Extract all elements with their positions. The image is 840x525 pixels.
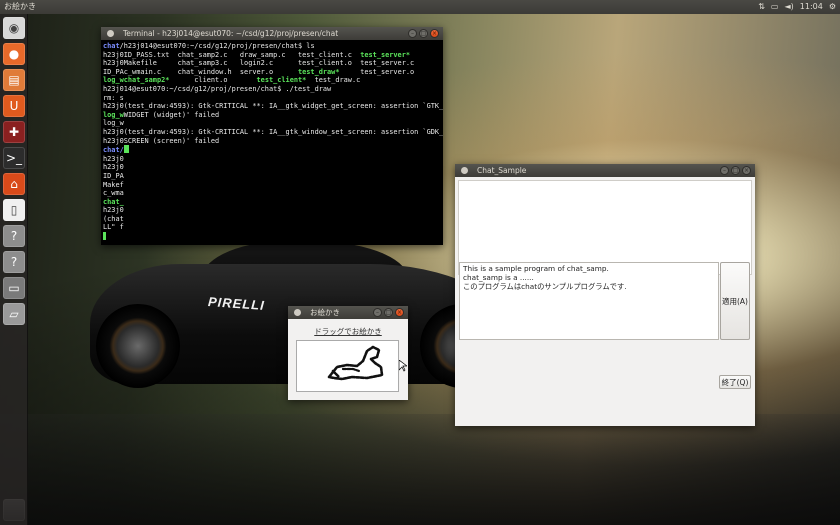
- settings-icon[interactable]: ✚: [3, 121, 25, 143]
- files-icon[interactable]: ▤: [3, 69, 25, 91]
- wallpaper-car-wheel-rear: [96, 304, 180, 388]
- terminal-output[interactable]: chat/h23j014@esut070:~/csd/g12/proj/pres…: [101, 40, 443, 245]
- minimize-button[interactable]: –: [720, 166, 729, 175]
- quit-button[interactable]: 終了(Q): [719, 375, 751, 389]
- mouse-pointer-icon: [399, 360, 407, 372]
- drive-icon[interactable]: ▱: [3, 303, 25, 325]
- maximize-button[interactable]: □: [384, 308, 393, 317]
- chat-window-title: Chat_Sample: [477, 166, 527, 175]
- ubuntu-software-icon[interactable]: U: [3, 95, 25, 117]
- ubuntu-one-icon[interactable]: ⌂: [3, 173, 25, 195]
- maximize-button[interactable]: □: [419, 29, 428, 38]
- terminal-line: h23j0Makefile chat_samp3.c login2.c test…: [103, 59, 415, 68]
- window-menu-icon[interactable]: [461, 167, 468, 174]
- terminal-line: h23j0: [103, 154, 124, 163]
- chat-titlebar[interactable]: Chat_Sample – □ ×: [455, 164, 755, 177]
- terminal-line: rm: s: [103, 93, 124, 102]
- terminal-cursor: [123, 145, 129, 154]
- network-icon[interactable]: ⇅: [758, 0, 765, 14]
- terminal-line: log_wWIDGET (widget)' failed: [103, 110, 220, 119]
- terminal-line: LL" f: [103, 223, 124, 232]
- terminal-line: h23j014@esut070:~/csd/g12/proj/presen/ch…: [103, 84, 332, 93]
- chat-text-line: This is a sample program of chat_samp.: [463, 264, 609, 273]
- settings-gear-icon[interactable]: ⚙: [829, 0, 836, 14]
- window-menu-icon[interactable]: [294, 309, 301, 316]
- terminal-line: h23j0: [103, 206, 124, 215]
- terminal-titlebar[interactable]: Terminal - h23j014@esut070: ~/csd/g12/pr…: [101, 27, 443, 40]
- terminal-line: h23j0SCREEN (screen)' failed: [103, 136, 220, 145]
- ubuntu-dash-icon[interactable]: ◉: [3, 17, 25, 39]
- terminal-line: [103, 232, 441, 242]
- terminal-title: Terminal - h23j014@esut070: ~/csd/g12/pr…: [123, 29, 339, 38]
- terminal-line: h23j0(test_draw:4593): Gtk-CRITICAL **: …: [103, 127, 443, 136]
- firefox-icon[interactable]: ●: [3, 43, 25, 65]
- oekaki-window[interactable]: お絵かき – □ × ドラッグでお絵かき: [288, 306, 408, 400]
- drawing-canvas[interactable]: [296, 340, 399, 392]
- terminal-line: log_wchat_samp2* client.o test_client* t…: [103, 76, 361, 85]
- close-button[interactable]: ×: [430, 29, 439, 38]
- minimize-button[interactable]: –: [373, 308, 382, 317]
- terminal-scroll-marker: [103, 232, 106, 241]
- drag-to-draw-label: ドラッグでお絵かき: [314, 327, 382, 336]
- window-menu-icon[interactable]: [107, 30, 114, 37]
- document-icon[interactable]: ▯: [3, 199, 25, 221]
- terminal-line: chat/h23j014@esut070:~/csd/g12/proj/pres…: [103, 42, 315, 50]
- terminal-icon[interactable]: >_: [3, 147, 25, 169]
- terminal-line: chat/: [103, 145, 441, 155]
- chat-sample-window[interactable]: Chat_Sample – □ × This is a sample progr…: [455, 164, 755, 426]
- terminal-line: ID_PAc_wmain.c chat_window.h server.o te…: [103, 67, 415, 76]
- top-panel: お絵かき ⇅ ▭ ◄) 11:04 ⚙: [0, 0, 840, 14]
- terminal-line: h23j0(test_draw:4593): Gtk-CRITICAL **: …: [103, 102, 443, 111]
- clock[interactable]: 11:04: [800, 0, 823, 14]
- oekaki-titlebar[interactable]: お絵かき – □ ×: [288, 306, 408, 319]
- terminal-line: chat_: [103, 197, 124, 206]
- terminal-line: h23j0: [103, 163, 124, 172]
- system-tray: ⇅ ▭ ◄) 11:04 ⚙: [758, 0, 836, 14]
- terminal-line: (chat: [103, 214, 124, 223]
- unknown-app-icon-1[interactable]: ?: [3, 225, 25, 247]
- wallpaper-road: [0, 414, 840, 525]
- active-app-title: お絵かき: [4, 2, 36, 11]
- chat-input-text[interactable]: This is a sample program of chat_samp. c…: [459, 262, 719, 340]
- chat-text-line: chat_samp is a ......: [463, 273, 534, 282]
- maximize-button[interactable]: □: [731, 166, 740, 175]
- oekaki-window-title: お絵かき: [310, 308, 340, 317]
- terminal-line: c_wma: [103, 189, 124, 198]
- volume-icon[interactable]: ◄): [784, 0, 793, 14]
- unknown-app-icon-2[interactable]: ?: [3, 251, 25, 273]
- launcher: ◉ ● ▤ U ✚ >_ ⌂ ▯?? ▭ ▱: [0, 14, 28, 525]
- terminal-line: h23j0ID_PASS.txt chat_samp2.c draw_samp.…: [103, 50, 411, 59]
- chat-text-line: このプログラムはchatのサンプルプログラムです.: [463, 282, 627, 291]
- drawing-strokes: [327, 345, 384, 381]
- terminal-window[interactable]: Terminal - h23j014@esut070: ~/csd/g12/pr…: [101, 27, 443, 245]
- window-app-icon[interactable]: ▭: [3, 277, 25, 299]
- chat-log-area[interactable]: [458, 180, 752, 275]
- minimize-button[interactable]: –: [408, 29, 417, 38]
- terminal-line: Makef: [103, 180, 124, 189]
- terminal-line: ID_PA: [103, 171, 124, 180]
- close-button[interactable]: ×: [742, 166, 751, 175]
- close-button[interactable]: ×: [395, 308, 404, 317]
- terminal-line: log_w: [103, 119, 124, 128]
- keyboard-icon[interactable]: ▭: [771, 0, 779, 14]
- apply-button[interactable]: 適用(A): [720, 262, 750, 340]
